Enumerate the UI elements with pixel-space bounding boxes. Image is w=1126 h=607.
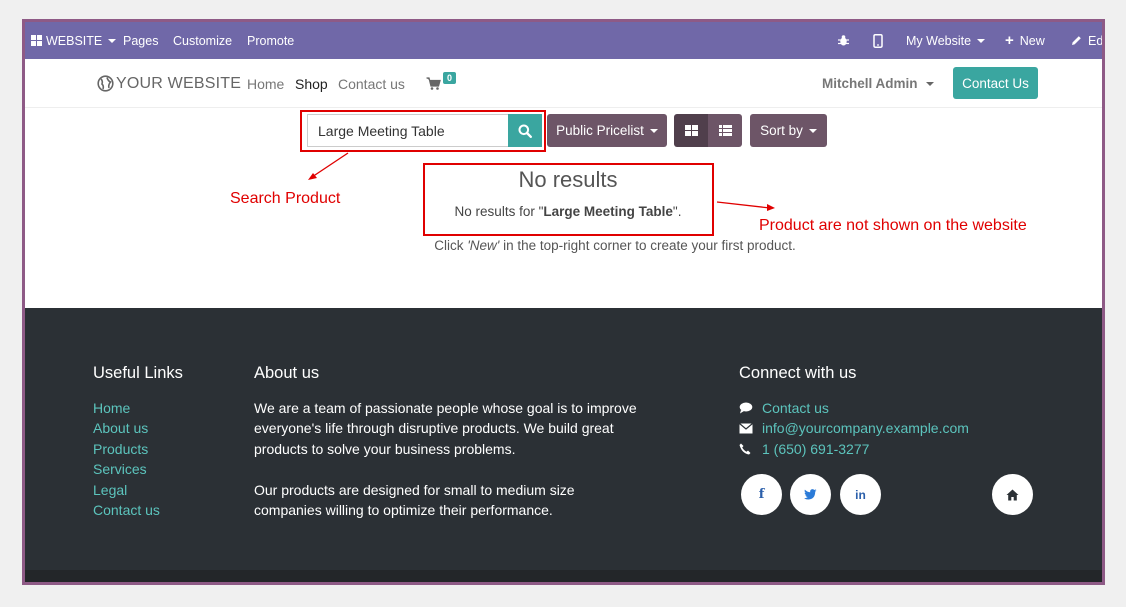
annotation-arrows	[308, 152, 775, 211]
useful-links-title: Useful Links	[93, 364, 183, 382]
twitter-button[interactable]	[790, 474, 831, 515]
twitter-icon	[804, 489, 817, 500]
facebook-icon: f	[758, 487, 765, 502]
connect-title: Connect with us	[739, 364, 857, 382]
connect-phone-link[interactable]: 1 (650) 691-3277	[762, 439, 869, 459]
connect-list: Contact us info@yourcompany.example.com …	[739, 398, 969, 459]
linkedin-icon: in	[855, 487, 866, 502]
footer-link-products[interactable]: Products	[93, 439, 160, 459]
useful-links-list: Home About us Products Services Legal Co…	[93, 398, 160, 520]
footer-copyright-bar	[25, 570, 1102, 582]
about-us-title: About us	[254, 364, 320, 382]
about-us-text: We are a team of passionate people whose…	[254, 400, 637, 519]
envelope-icon	[739, 423, 753, 434]
connect-contact-row[interactable]: Contact us	[739, 398, 969, 418]
home-icon	[1006, 489, 1019, 500]
home-button[interactable]	[992, 474, 1033, 515]
connect-contact-link[interactable]: Contact us	[762, 398, 829, 418]
arrow-to-search	[311, 152, 349, 178]
footer-link-about[interactable]: About us	[93, 418, 160, 438]
connect-phone-row[interactable]: 1 (650) 691-3277	[739, 439, 969, 459]
annotation-search-product: Search Product	[230, 190, 341, 207]
arrow-from-results	[716, 201, 771, 209]
footer-link-contact[interactable]: Contact us	[93, 500, 160, 520]
footer-link-services[interactable]: Services	[93, 459, 160, 479]
site-footer: Useful Links Home About us Products Serv…	[25, 308, 1102, 582]
footer-link-home[interactable]: Home	[93, 398, 160, 418]
annotation-not-shown: Product are not shown on the website	[759, 217, 1027, 234]
linkedin-button[interactable]: in	[840, 474, 881, 515]
comment-icon	[739, 402, 753, 414]
connect-email-row[interactable]: info@yourcompany.example.com	[739, 418, 969, 438]
browser-frame: WEBSITE Pages Customize Promote My Websi…	[22, 19, 1105, 585]
footer-link-legal[interactable]: Legal	[93, 480, 160, 500]
phone-icon	[739, 443, 751, 455]
facebook-button[interactable]: f	[741, 474, 782, 515]
connect-email-link[interactable]: info@yourcompany.example.com	[762, 418, 969, 438]
